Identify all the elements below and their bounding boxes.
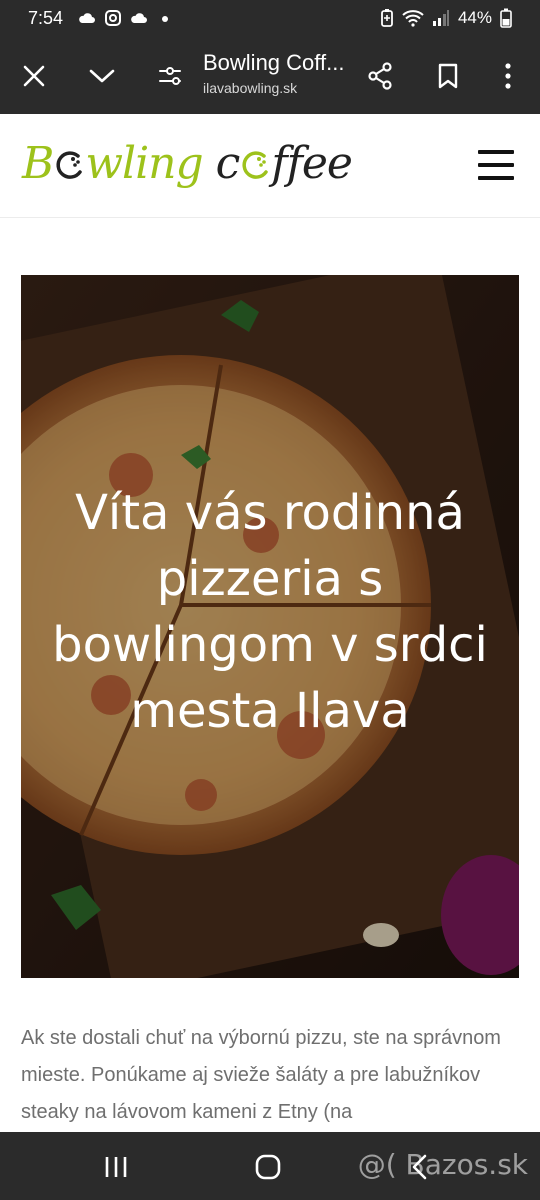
status-time: 7:54 [28, 8, 64, 28]
site-logo[interactable]: Bwling c ffee [22, 136, 353, 192]
intro-paragraph: Ak ste dostali chuť na výbornú pizzu, st… [21, 1027, 501, 1123]
browser-toolbar: Bowling Coff... ilavabowling.sk [0, 38, 540, 114]
share-icon [368, 62, 392, 90]
logo-text-ffee: ffee [271, 138, 353, 189]
recent-apps-button[interactable] [96, 1152, 136, 1182]
battery-icon [500, 8, 512, 28]
site-header: Bwling c ffee [0, 114, 540, 218]
bowling-ball-icon [242, 151, 269, 179]
page-settings-button[interactable] [150, 56, 190, 96]
battery-saver-icon [381, 9, 393, 27]
home-button[interactable] [248, 1152, 288, 1182]
wifi-icon [402, 10, 424, 27]
page-title[interactable]: Bowling Coff... [203, 50, 344, 76]
signal-icon [432, 10, 449, 26]
home-icon [255, 1154, 281, 1180]
chevron-down-icon [89, 69, 115, 83]
bookmark-button[interactable] [428, 56, 468, 96]
cloud-icon [79, 13, 95, 23]
instagram-icon [105, 10, 121, 26]
hamburger-line [478, 176, 514, 180]
hero-banner: Víta vás rodinná pizzeria s bowlingom v … [21, 275, 519, 978]
status-system-icons: 44% [380, 8, 512, 28]
battery-percent: 44% [457, 8, 492, 27]
bowling-ball-icon [56, 151, 83, 179]
close-tab-button[interactable] [14, 56, 54, 96]
bookmark-icon [438, 63, 458, 89]
status-bar: 7:54 44% [0, 0, 540, 38]
page-settings-icon [159, 67, 181, 85]
watermark: @( Bazos.sk [357, 1148, 528, 1181]
minimize-button[interactable] [82, 56, 122, 96]
status-notification-icons [78, 10, 174, 26]
page-url[interactable]: ilavabowling.sk [203, 80, 297, 96]
logo-text-c: c [215, 138, 241, 189]
menu-button[interactable] [478, 150, 514, 180]
logo-text-b: B [22, 138, 54, 189]
hero-heading: Víta vás rodinná pizzeria s bowlingom v … [52, 485, 488, 739]
share-button[interactable] [360, 56, 400, 96]
more-options-button[interactable] [488, 56, 528, 96]
close-icon [23, 65, 45, 87]
hamburger-line [478, 163, 514, 167]
logo-text-wling: wling [85, 138, 203, 189]
cloud-icon [131, 13, 147, 23]
more-vert-icon [505, 63, 511, 89]
hamburger-line [478, 150, 514, 154]
dot-icon [162, 16, 168, 22]
recent-apps-icon [105, 1157, 127, 1177]
